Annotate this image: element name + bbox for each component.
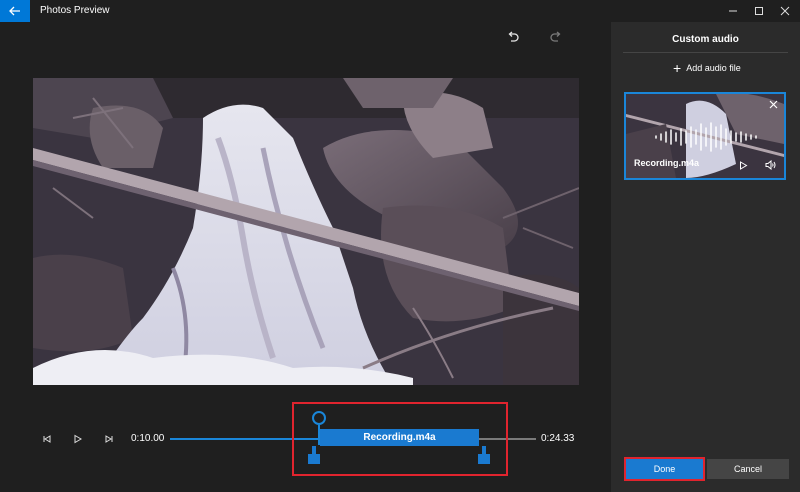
audio-card-name: Recording.m4a bbox=[634, 158, 700, 168]
custom-audio-panel: Custom audio + Add audio file Recording.… bbox=[611, 22, 800, 492]
undo-icon bbox=[508, 31, 519, 42]
redo-button[interactable] bbox=[546, 28, 566, 48]
play-audio-button[interactable] bbox=[736, 158, 750, 172]
video-preview[interactable] bbox=[33, 78, 579, 385]
undo-button[interactable] bbox=[503, 28, 523, 48]
timeline-end-time: 0:24.33 bbox=[541, 433, 575, 444]
maximize-button[interactable] bbox=[746, 0, 772, 22]
audio-card[interactable]: Recording.m4a bbox=[624, 92, 786, 180]
volume-button[interactable] bbox=[763, 158, 777, 172]
volume-icon bbox=[765, 160, 775, 170]
minimize-icon bbox=[729, 10, 737, 12]
title-bar: Photos Preview bbox=[0, 0, 800, 22]
plus-icon: + bbox=[673, 60, 682, 76]
step-forward-button[interactable] bbox=[102, 432, 116, 446]
skip-forward-icon bbox=[105, 435, 113, 443]
divider bbox=[623, 52, 788, 53]
add-audio-file-button[interactable]: + Add audio file bbox=[673, 60, 741, 76]
close-button[interactable] bbox=[772, 0, 798, 22]
close-icon bbox=[769, 100, 777, 108]
play-icon bbox=[739, 160, 747, 170]
add-audio-label: Add audio file bbox=[686, 63, 741, 73]
back-button[interactable] bbox=[0, 0, 30, 22]
maximize-icon bbox=[755, 7, 763, 15]
redo-icon bbox=[550, 31, 561, 42]
cancel-button[interactable]: Cancel bbox=[707, 459, 789, 479]
editor-area: 0:10.00 0:24.33 Recording.m4a bbox=[0, 22, 611, 492]
remove-audio-button[interactable] bbox=[766, 97, 780, 111]
waterfall-video-frame bbox=[33, 78, 579, 385]
panel-title: Custom audio bbox=[672, 34, 739, 45]
close-icon bbox=[780, 6, 790, 16]
step-back-button[interactable] bbox=[40, 432, 54, 446]
play-icon bbox=[74, 434, 82, 444]
arrow-left-icon bbox=[9, 6, 20, 16]
skip-back-icon bbox=[43, 435, 51, 443]
timeline-start-time: 0:10.00 bbox=[131, 433, 165, 444]
app-title: Photos Preview bbox=[40, 5, 110, 16]
minimize-button[interactable] bbox=[720, 0, 746, 22]
annotation-highlight bbox=[292, 402, 508, 476]
play-button[interactable] bbox=[71, 432, 85, 446]
annotation-highlight bbox=[624, 457, 705, 481]
